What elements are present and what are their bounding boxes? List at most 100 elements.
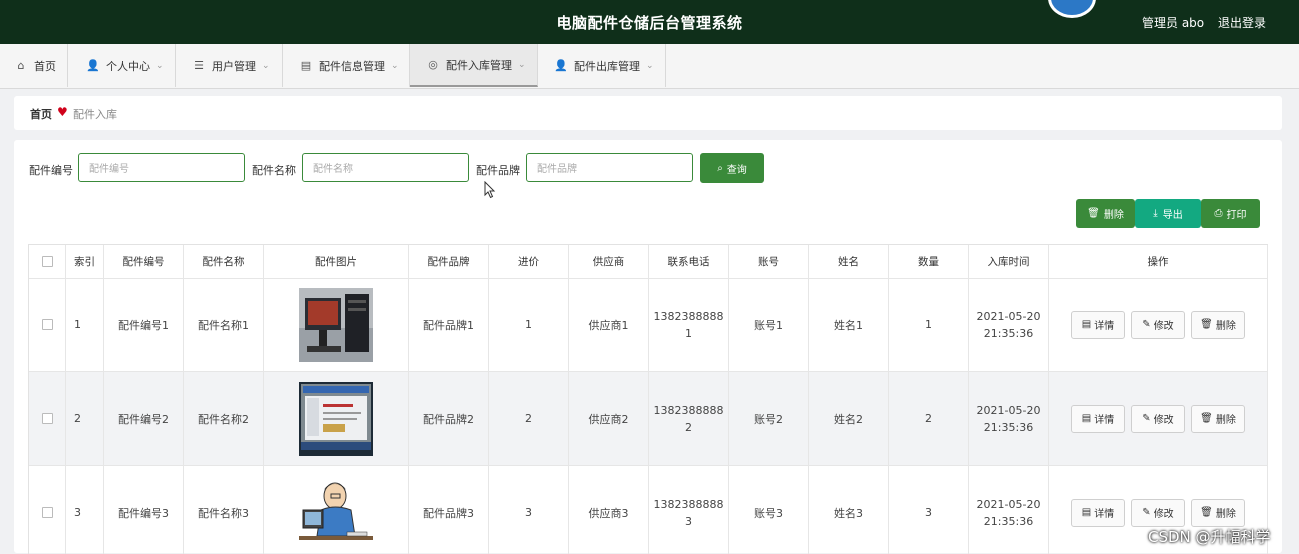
cell-phone: 1382388888 1 (649, 278, 729, 371)
row-select-cell[interactable] (29, 466, 66, 554)
column-header: 数量 (889, 245, 969, 278)
brand-label: 配件品牌 (476, 164, 520, 177)
trash-icon: 🗑 (1200, 413, 1213, 424)
cell-phone: 1382388888 2 (649, 372, 729, 465)
man-at-computer-cartoon[interactable] (299, 475, 373, 550)
nav-item-label: 配件出库管理 (574, 59, 640, 73)
name-search-input[interactable]: 配件名称 (302, 153, 469, 182)
cell-person: 姓名2 (809, 372, 889, 465)
person-icon: 👤 (554, 59, 568, 72)
phone-line-2: 1 (685, 326, 692, 340)
date-text: 2021-05-20 (976, 403, 1041, 417)
logout-link[interactable]: 退出登录 (1218, 14, 1266, 31)
trash-icon: 🗑 (1087, 208, 1100, 219)
edit-button[interactable]: ✎ 修改 (1131, 310, 1185, 339)
phone-line-2: 2 (685, 420, 692, 434)
nav-item-part-info[interactable]: ▤ 配件信息管理 ⌄ (283, 44, 410, 87)
delete-button[interactable]: 🗑 删除 (1191, 498, 1245, 527)
heart-icon: ♥ (57, 105, 68, 119)
column-header: 配件编号 (104, 245, 184, 278)
export-button[interactable]: ⤓ 导出 (1135, 199, 1201, 228)
nav-item-user-management[interactable]: ☰ 用户管理 ⌄ (176, 44, 283, 87)
box-icon: ▤ (300, 59, 312, 72)
cell-phone: 1382388888 3 (649, 466, 729, 554)
chevron-down-icon: ⌄ (391, 60, 399, 71)
nav-item-home[interactable]: ⌂ 首页 (0, 44, 68, 87)
top-header: 电脑配件仓储后台管理系统 管理员 abo 退出登录 (0, 0, 1299, 44)
cell-account: 账号2 (729, 372, 809, 465)
print-icon: ⎙ (1214, 208, 1223, 219)
computer-tower-photo[interactable] (299, 287, 373, 362)
detail-button[interactable]: ▤ 详情 (1071, 404, 1125, 433)
cell-code: 配件编号2 (104, 372, 184, 465)
table-row: 3 配件编号3 配件名称3 配件品牌3 3 供应商3 1382388888 3 … (29, 466, 1268, 554)
edit-button[interactable]: ✎ 修改 (1131, 498, 1185, 527)
doc-icon: ▤ (1081, 319, 1092, 330)
cell-index: 1 (66, 278, 104, 371)
phone-line-1: 1382388888 (653, 309, 724, 323)
print-button[interactable]: ⎙ 打印 (1201, 199, 1260, 228)
name-label: 配件名称 (252, 164, 296, 177)
delete-label: 删除 (1215, 321, 1236, 332)
cell-supplier: 供应商3 (569, 466, 649, 554)
nav-item-label: 用户管理 (212, 59, 256, 73)
bulk-delete-button[interactable]: 🗑 删除 (1076, 199, 1135, 228)
cell-brand: 配件品牌3 (409, 466, 489, 554)
row-select-cell[interactable] (29, 278, 66, 371)
row-checkbox[interactable] (41, 413, 53, 424)
brand-search-input[interactable]: 配件品牌 (526, 153, 693, 182)
pencil-icon: ✎ (1142, 413, 1151, 424)
detail-button[interactable]: ▤ 详情 (1071, 498, 1125, 527)
cell-account: 账号1 (729, 278, 809, 371)
cell-code: 配件编号1 (104, 278, 184, 371)
phone-line-1: 1382388888 (653, 403, 724, 417)
chevron-down-icon: ⌄ (262, 60, 270, 71)
nav-item-personal-center[interactable]: 👤 个人中心 ⌄ (68, 44, 176, 87)
time-text: 21:35:36 (983, 514, 1034, 528)
cell-image (264, 466, 409, 554)
column-header: 联系电话 (649, 245, 729, 278)
current-user-label: 管理员 abo (1142, 16, 1205, 30)
code-search-input[interactable]: 配件编号 (78, 153, 245, 182)
pencil-icon: ✎ (1142, 319, 1151, 330)
select-all-cell[interactable] (29, 245, 66, 278)
search-icon: ⌕ (717, 162, 723, 174)
cell-name: 配件名称2 (184, 372, 264, 465)
column-header: 姓名 (809, 245, 889, 278)
code-label: 配件编号 (29, 164, 73, 177)
doc-icon: ▤ (1081, 413, 1092, 424)
detail-button[interactable]: ▤ 详情 (1071, 310, 1125, 339)
delete-button[interactable]: 🗑 删除 (1191, 310, 1245, 339)
cell-brand: 配件品牌2 (409, 372, 489, 465)
cell-name: 配件名称1 (184, 278, 264, 371)
chevron-down-icon: ⌄ (156, 60, 164, 71)
row-checkbox[interactable] (41, 319, 53, 330)
edit-button[interactable]: ✎ 修改 (1131, 404, 1185, 433)
chevron-down-icon: ⌄ (518, 59, 526, 70)
phone-line-1: 1382388888 (653, 497, 724, 511)
cell-supplier: 供应商1 (569, 278, 649, 371)
column-header: 索引 (66, 245, 104, 278)
row-checkbox[interactable] (41, 507, 53, 518)
chevron-down-icon: ⌄ (646, 60, 654, 71)
mouse-cursor-icon (484, 181, 496, 199)
cell-code: 配件编号3 (104, 466, 184, 554)
select-all-checkbox[interactable] (41, 256, 53, 267)
home-icon: ⌂ (17, 59, 25, 72)
delete-button[interactable]: 🗑 删除 (1191, 404, 1245, 433)
column-header: 配件名称 (184, 245, 264, 278)
export-label: 导出 (1162, 210, 1183, 221)
cell-price: 3 (489, 466, 569, 554)
breadcrumb-home[interactable]: 首页 (30, 106, 52, 122)
nav-item-label: 个人中心 (106, 59, 150, 73)
query-button-label: 查询 (726, 164, 747, 176)
column-header: 账号 (729, 245, 809, 278)
nav-item-stock-in[interactable]: ◎ 配件入库管理 ⌄ (410, 44, 538, 87)
query-button[interactable]: ⌕ 查询 (700, 153, 764, 183)
cell-supplier: 供应商2 (569, 372, 649, 465)
row-select-cell[interactable] (29, 372, 66, 465)
screen-window-photo[interactable] (299, 381, 373, 456)
column-header: 入库时间 (969, 245, 1049, 278)
circle-icon: ◎ (428, 58, 438, 71)
nav-item-stock-out[interactable]: 👤 配件出库管理 ⌄ (538, 44, 666, 87)
